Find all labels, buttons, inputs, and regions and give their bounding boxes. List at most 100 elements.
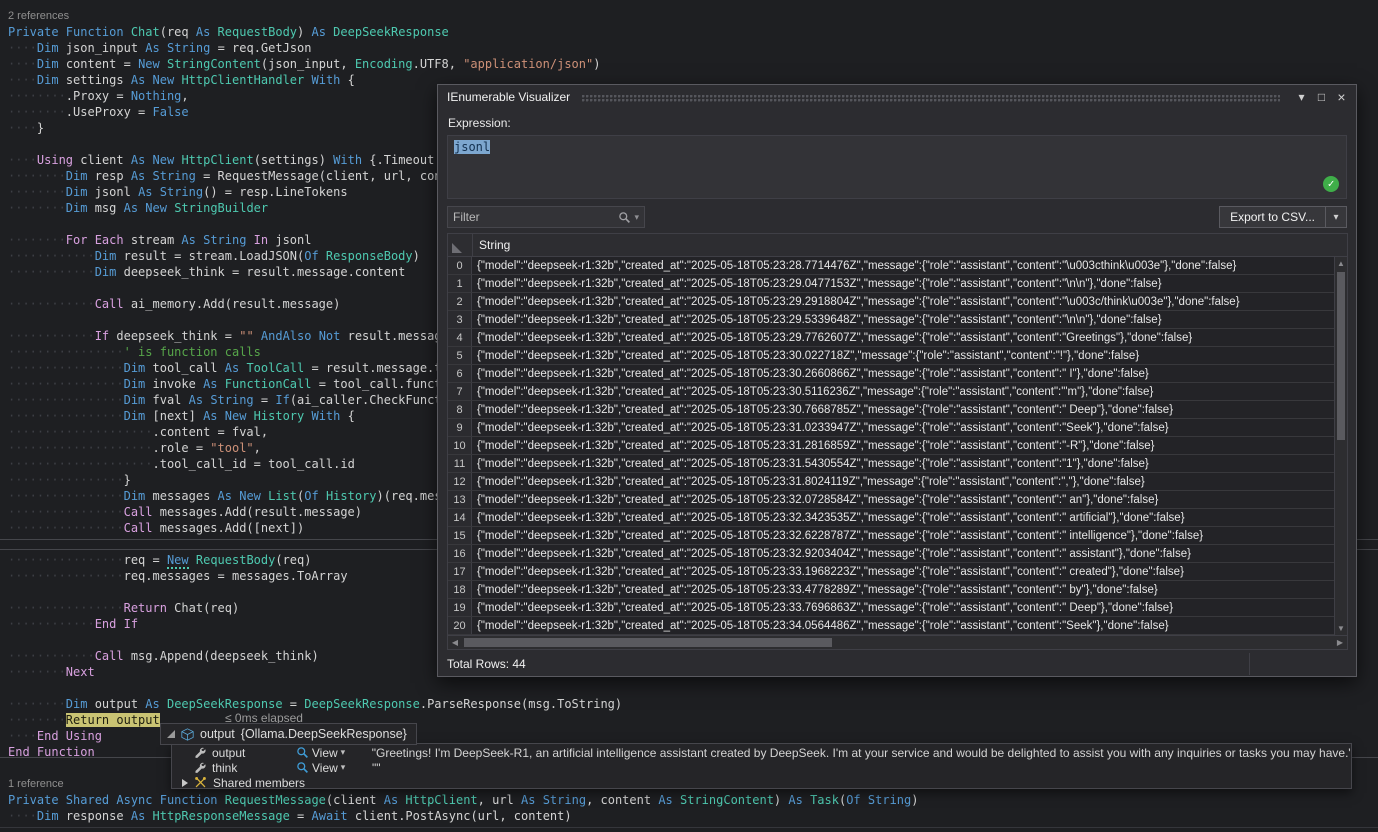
export-dropdown-caret[interactable]: ▾ xyxy=(1325,207,1346,227)
expression-value: jsonl xyxy=(454,140,490,154)
row-index[interactable]: 6 xyxy=(448,365,472,382)
filter-caret-icon: ▾ xyxy=(634,212,639,223)
table-row[interactable]: 12{"model":"deepseek-r1:32b","created_at… xyxy=(448,473,1334,491)
row-index[interactable]: 5 xyxy=(448,347,472,364)
maximize-button[interactable]: □ xyxy=(1313,89,1330,106)
wrench-icon xyxy=(194,762,206,774)
view-caret-icon: ▾ xyxy=(341,762,346,773)
horizontal-scrollbar-thumb[interactable] xyxy=(464,638,832,647)
table-row[interactable]: 14{"model":"deepseek-r1:32b","created_at… xyxy=(448,509,1334,527)
table-row[interactable]: 1{"model":"deepseek-r1:32b","created_at"… xyxy=(448,275,1334,293)
view-label: View xyxy=(312,761,338,775)
table-row[interactable]: 20{"model":"deepseek-r1:32b","created_at… xyxy=(448,617,1334,635)
view-label: View xyxy=(312,746,338,760)
expander-closed-icon[interactable] xyxy=(182,779,188,787)
row-index[interactable]: 4 xyxy=(448,329,472,346)
vertical-scrollbar-thumb[interactable] xyxy=(1337,272,1345,440)
total-rows-label: Total Rows: 44 xyxy=(447,657,526,671)
window-dropdown-button[interactable]: ▾ xyxy=(1293,89,1310,106)
scroll-right-icon[interactable]: ▶ xyxy=(1333,636,1347,649)
row-index[interactable]: 15 xyxy=(448,527,472,544)
row-json-string: {"model":"deepseek-r1:32b","created_at":… xyxy=(472,455,1334,472)
column-header-string[interactable]: String xyxy=(473,234,1347,256)
row-index[interactable]: 9 xyxy=(448,419,472,436)
view-dropdown-button[interactable]: View▾ xyxy=(296,761,366,775)
code-line: ····Dim response As HttpResponseMessage … xyxy=(8,808,1378,824)
corner-triangle-icon xyxy=(452,243,462,253)
search-icon xyxy=(618,211,631,224)
datatip-variable-type: {Ollama.DeepSeekResponse} xyxy=(241,727,407,741)
table-row[interactable]: 16{"model":"deepseek-r1:32b","created_at… xyxy=(448,545,1334,563)
table-row[interactable]: 11{"model":"deepseek-r1:32b","created_at… xyxy=(448,455,1334,473)
member-name: output xyxy=(212,746,290,760)
filter-placeholder: Filter xyxy=(453,210,618,224)
table-row[interactable]: 9{"model":"deepseek-r1:32b","created_at"… xyxy=(448,419,1334,437)
table-row[interactable]: 13{"model":"deepseek-r1:32b","created_at… xyxy=(448,491,1334,509)
grid-header-row: String xyxy=(448,234,1347,257)
member-row[interactable]: outputView▾"Greetings! I'm DeepSeek-R1, … xyxy=(172,745,1351,760)
datatip-header[interactable]: output {Ollama.DeepSeekResponse} xyxy=(160,723,417,745)
code-line: Private Shared Async Function RequestMes… xyxy=(8,792,1378,808)
table-row[interactable]: 15{"model":"deepseek-r1:32b","created_at… xyxy=(448,527,1334,545)
wrench-icon xyxy=(194,747,206,759)
code-line: ····Dim content = New StringContent(json… xyxy=(8,56,1378,72)
expander-open-icon[interactable] xyxy=(167,730,175,738)
row-index[interactable]: 14 xyxy=(448,509,472,526)
procedure-separator xyxy=(0,827,1378,828)
row-index[interactable]: 10 xyxy=(448,437,472,454)
row-index[interactable]: 8 xyxy=(448,401,472,418)
row-index[interactable]: 16 xyxy=(448,545,472,562)
member-row[interactable]: thinkView▾"" xyxy=(172,760,1351,775)
row-index[interactable]: 7 xyxy=(448,383,472,400)
row-index[interactable]: 18 xyxy=(448,581,472,598)
view-dropdown-button[interactable]: View▾ xyxy=(296,746,366,760)
row-index[interactable]: 2 xyxy=(448,293,472,310)
table-row[interactable]: 5{"model":"deepseek-r1:32b","created_at"… xyxy=(448,347,1334,365)
horizontal-scrollbar-track[interactable] xyxy=(462,636,1333,649)
scroll-up-icon[interactable]: ▲ xyxy=(1335,257,1347,270)
vertical-scrollbar[interactable]: ▲ ▼ xyxy=(1334,257,1347,635)
table-row[interactable]: 17{"model":"deepseek-r1:32b","created_at… xyxy=(448,563,1334,581)
row-index[interactable]: 20 xyxy=(448,617,472,634)
table-row[interactable]: 3{"model":"deepseek-r1:32b","created_at"… xyxy=(448,311,1334,329)
row-index[interactable]: 19 xyxy=(448,599,472,616)
row-json-string: {"model":"deepseek-r1:32b","created_at":… xyxy=(472,311,1334,328)
table-row[interactable]: 4{"model":"deepseek-r1:32b","created_at"… xyxy=(448,329,1334,347)
row-index[interactable]: 13 xyxy=(448,491,472,508)
close-button[interactable]: × xyxy=(1333,89,1350,106)
row-json-string: {"model":"deepseek-r1:32b","created_at":… xyxy=(472,563,1334,580)
table-row[interactable]: 18{"model":"deepseek-r1:32b","created_at… xyxy=(448,581,1334,599)
row-json-string: {"model":"deepseek-r1:32b","created_at":… xyxy=(472,347,1334,364)
table-row[interactable]: 2{"model":"deepseek-r1:32b","created_at"… xyxy=(448,293,1334,311)
export-to-csv-button[interactable]: Export to CSV... ▾ xyxy=(1219,206,1347,228)
row-index[interactable]: 12 xyxy=(448,473,472,490)
table-row[interactable]: 10{"model":"deepseek-r1:32b","created_at… xyxy=(448,437,1334,455)
row-index[interactable]: 17 xyxy=(448,563,472,580)
table-row[interactable]: 7{"model":"deepseek-r1:32b","created_at"… xyxy=(448,383,1334,401)
row-index[interactable]: 1 xyxy=(448,275,472,292)
table-row[interactable]: 19{"model":"deepseek-r1:32b","created_at… xyxy=(448,599,1334,617)
scroll-left-icon[interactable]: ◀ xyxy=(448,636,462,649)
row-index[interactable]: 0 xyxy=(448,257,472,274)
code-line: ····Dim json_input As String = req.GetJs… xyxy=(8,40,1378,56)
horizontal-scrollbar[interactable]: ◀ ▶ xyxy=(448,635,1347,649)
codelens-reference-count[interactable]: 2 references xyxy=(8,8,1378,24)
shared-members-row[interactable]: Shared members xyxy=(172,775,1351,790)
dialog-title-bar[interactable]: IEnumerable Visualizer ▾ □ × xyxy=(438,85,1356,109)
datatip-members-panel: outputView▾"Greetings! I'm DeepSeek-R1, … xyxy=(171,743,1352,789)
table-row[interactable]: 0{"model":"deepseek-r1:32b","created_at"… xyxy=(448,257,1334,275)
row-index[interactable]: 3 xyxy=(448,311,472,328)
code-line: ········Dim output As DeepSeekResponse =… xyxy=(8,696,1378,712)
table-row[interactable]: 8{"model":"deepseek-r1:32b","created_at"… xyxy=(448,401,1334,419)
member-value: "" xyxy=(372,761,381,775)
object-cube-icon xyxy=(181,728,194,741)
grid-corner-cell[interactable] xyxy=(448,234,473,256)
row-json-string: {"model":"deepseek-r1:32b","created_at":… xyxy=(472,599,1334,616)
results-grid: String 0{"model":"deepseek-r1:32b","crea… xyxy=(447,233,1348,650)
row-index[interactable]: 11 xyxy=(448,455,472,472)
filter-input[interactable]: Filter ▾ xyxy=(447,206,645,228)
scroll-down-icon[interactable]: ▼ xyxy=(1335,622,1347,635)
expression-input[interactable]: jsonl ✓ xyxy=(447,135,1347,199)
code-line xyxy=(8,680,1378,696)
table-row[interactable]: 6{"model":"deepseek-r1:32b","created_at"… xyxy=(448,365,1334,383)
